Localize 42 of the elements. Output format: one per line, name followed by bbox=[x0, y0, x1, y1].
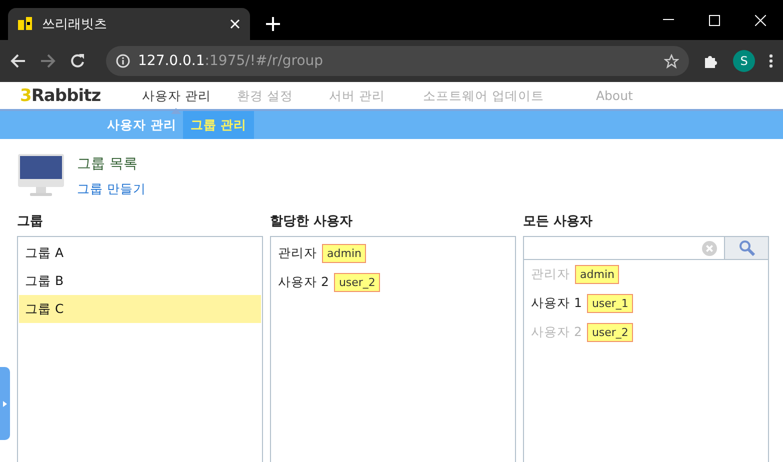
group-item[interactable]: 그룹 C bbox=[19, 295, 261, 323]
search-button[interactable] bbox=[724, 237, 768, 259]
user-id-tag: user_2 bbox=[334, 273, 380, 292]
user-name: 관리자 bbox=[531, 266, 570, 283]
create-group-link[interactable]: 그룹 만들기 bbox=[77, 181, 146, 198]
puzzle-icon[interactable] bbox=[703, 53, 719, 69]
group-item[interactable]: 그룹 B bbox=[19, 267, 261, 295]
caret-icon bbox=[3, 400, 7, 406]
user-name: 관리자 bbox=[278, 245, 317, 262]
user-name: 사용자 2 bbox=[531, 324, 582, 341]
search-icon bbox=[738, 240, 754, 256]
forward-icon[interactable] bbox=[40, 53, 56, 69]
logo: 3Rabbitz bbox=[20, 86, 102, 106]
column-heading: 그룹 bbox=[17, 213, 44, 230]
monitor-icon bbox=[17, 153, 65, 198]
column-heading: 할당한 사용자 bbox=[270, 213, 354, 230]
new-tab-icon[interactable] bbox=[266, 17, 280, 31]
column-heading: 모든 사용자 bbox=[523, 213, 594, 230]
group-item[interactable]: 그룹 A bbox=[19, 239, 261, 267]
nav-item[interactable]: 사용자 관리 bbox=[142, 87, 211, 104]
back-icon[interactable] bbox=[10, 53, 26, 69]
url-text: 127.0.0.1:1975/!#/r/group bbox=[138, 53, 324, 69]
address-bar[interactable]: 127.0.0.1:1975/!#/r/group bbox=[106, 46, 689, 76]
close-icon[interactable] bbox=[754, 14, 766, 26]
close-icon[interactable] bbox=[230, 19, 240, 29]
profile-avatar[interactable]: S bbox=[733, 50, 755, 72]
user-id-tag: admin bbox=[322, 244, 366, 263]
menu-icon[interactable] bbox=[769, 54, 773, 68]
maximize-icon[interactable] bbox=[708, 14, 720, 26]
side-panel-toggle[interactable] bbox=[0, 367, 10, 440]
reload-icon[interactable] bbox=[70, 53, 86, 69]
page-title: 그룹 목록 bbox=[77, 155, 138, 173]
user-name: 사용자 2 bbox=[278, 274, 329, 291]
user-id-tag: admin bbox=[575, 265, 620, 284]
user-id-tag: user_2 bbox=[586, 323, 634, 342]
minimize-icon[interactable] bbox=[662, 19, 674, 21]
tab-title: 쓰리래빗츠 bbox=[42, 16, 108, 33]
user-id-tag: user_1 bbox=[586, 294, 634, 313]
browser-tab[interactable]: 쓰리래빗츠 bbox=[8, 8, 250, 40]
star-icon[interactable] bbox=[664, 54, 679, 68]
user-name: 사용자 1 bbox=[531, 295, 582, 312]
info-icon bbox=[116, 54, 130, 68]
